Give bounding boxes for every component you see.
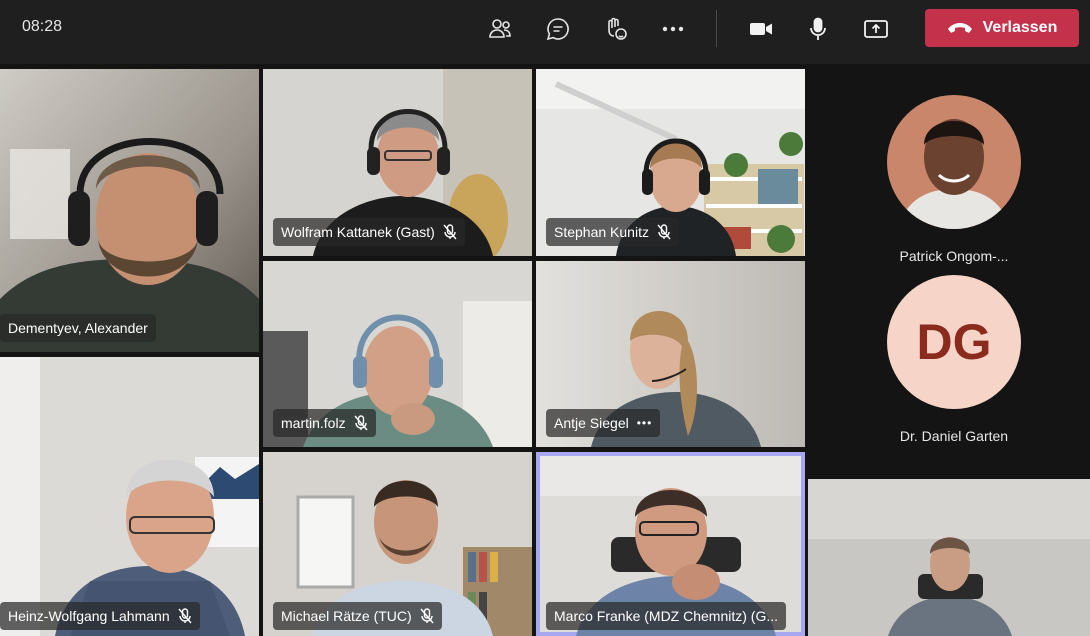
more-options-button[interactable] — [657, 14, 689, 44]
share-icon — [864, 20, 888, 38]
participant-name: Michael Rätze (TUC) — [281, 608, 412, 624]
video-tile[interactable]: Stephan Kunitz — [536, 69, 805, 256]
participant-name-tag: martin.folz — [273, 409, 376, 437]
camera-icon — [750, 23, 772, 35]
participant-name-tag: Stephan Kunitz — [546, 218, 679, 246]
participant-name: Stephan Kunitz — [554, 224, 649, 240]
participant-name: Antje Siegel — [554, 415, 629, 431]
participant-name: Dementyev, Alexander — [8, 320, 148, 336]
meeting-toolbar: 08:28 Verlassen — [0, 0, 1090, 64]
participant-name: Wolfram Kattanek (Gast) — [281, 224, 435, 240]
chat-icon — [546, 18, 569, 41]
leave-button[interactable]: Verlassen — [925, 9, 1079, 47]
participant-name: Dr. Daniel Garten — [899, 428, 1009, 444]
muted-mic-icon — [657, 224, 671, 240]
leave-label: Verlassen — [982, 19, 1058, 36]
avatar-initials[interactable]: DG — [887, 275, 1021, 409]
video-feed — [0, 69, 259, 352]
participant-name-tag: Antje Siegel ••• — [546, 409, 661, 437]
participant-name-tag: Michael Rätze (TUC) — [273, 602, 442, 630]
microphone-icon — [810, 17, 826, 40]
muted-mic-icon — [354, 415, 368, 431]
raise-hand-icon — [608, 17, 627, 40]
people-icon — [489, 19, 511, 38]
avatar[interactable] — [887, 95, 1021, 229]
share-screen-button[interactable] — [860, 14, 892, 44]
video-tile-active-speaker[interactable]: Marco Franke (MDZ Chemnitz) (G... — [536, 452, 805, 636]
audio-participants-panel: Patrick Ongom-... DG Dr. Daniel Garten — [808, 64, 1090, 476]
chat-button[interactable] — [542, 14, 574, 44]
video-tile[interactable]: Antje Siegel ••• — [536, 261, 805, 447]
video-tile[interactable]: Wolfram Kattanek (Gast) — [263, 69, 532, 256]
camera-button[interactable] — [745, 14, 777, 44]
more-icon — [662, 26, 684, 32]
video-feed — [0, 357, 259, 636]
more-options-icon[interactable]: ••• — [637, 409, 653, 437]
toolbar-divider — [716, 10, 717, 47]
people-button[interactable] — [484, 14, 516, 44]
initials: DG — [916, 314, 992, 370]
video-tile[interactable]: Michael Rätze (TUC) — [263, 452, 532, 636]
video-tile[interactable]: martin.folz — [263, 261, 532, 447]
participant-name: Heinz-Wolfgang Lahmann — [8, 608, 170, 624]
meeting-timer: 08:28 — [22, 18, 63, 35]
muted-mic-icon — [178, 608, 192, 624]
participant-name-tag: Heinz-Wolfgang Lahmann — [0, 602, 200, 630]
participant-name-tag: Marco Franke (MDZ Chemnitz) (G... — [546, 602, 787, 630]
microphone-button[interactable] — [802, 14, 834, 44]
reactions-button[interactable] — [600, 14, 632, 44]
participant-name: Patrick Ongom-... — [899, 248, 1009, 264]
participant-name: martin.folz — [281, 415, 346, 431]
video-tile[interactable]: Heinz-Wolfgang Lahmann — [0, 357, 259, 636]
video-feed — [808, 479, 1090, 636]
video-tile[interactable] — [808, 479, 1090, 636]
participant-name-tag: Wolfram Kattanek (Gast) — [273, 218, 465, 246]
muted-mic-icon — [443, 224, 457, 240]
participant-name: Marco Franke (MDZ Chemnitz) (G... — [554, 608, 779, 624]
video-tile[interactable]: Dementyev, Alexander — [0, 69, 259, 352]
hang-up-icon — [947, 23, 972, 33]
profile-photo — [887, 95, 1021, 229]
participant-name-tag: Dementyev, Alexander — [0, 314, 156, 342]
muted-mic-icon — [420, 608, 434, 624]
